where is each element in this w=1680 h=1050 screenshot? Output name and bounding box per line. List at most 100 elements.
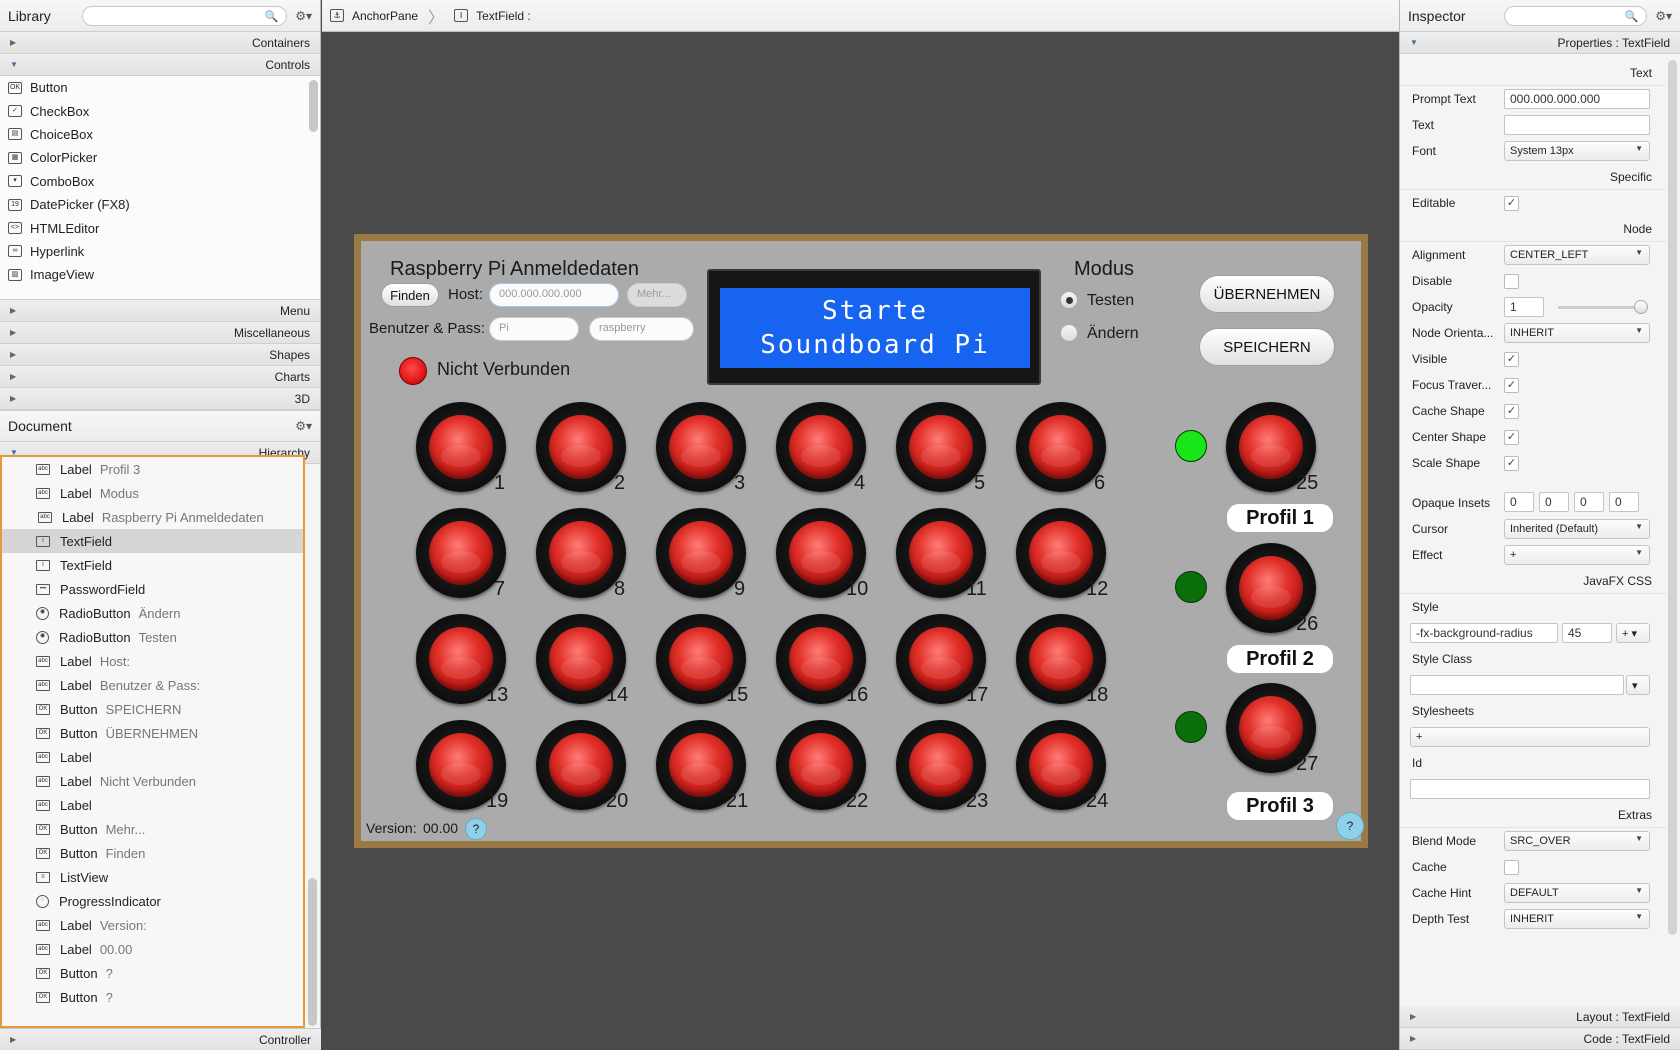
style-class-input[interactable] bbox=[1410, 675, 1624, 695]
property-checkbox[interactable]: ✓ bbox=[1504, 377, 1519, 393]
hierarchy-item[interactable]: abc Label Version: bbox=[2, 913, 303, 937]
inspector-scrollbar[interactable] bbox=[1668, 60, 1677, 935]
gear-icon[interactable]: ⚙▾ bbox=[295, 9, 312, 23]
property-input[interactable] bbox=[1504, 115, 1650, 135]
radio-aendern[interactable] bbox=[1060, 324, 1078, 342]
library-item[interactable]: OK Button bbox=[0, 76, 320, 99]
hierarchy-item[interactable]: abc Label Raspberry Pi Anmeldedaten bbox=[2, 505, 303, 529]
help-button[interactable]: ? bbox=[465, 818, 487, 840]
hierarchy-item[interactable]: abc Label Modus bbox=[2, 481, 303, 505]
inspector-search-input[interactable]: 🔍 bbox=[1504, 5, 1648, 26]
profile-label[interactable]: Profil 3 bbox=[1227, 792, 1333, 820]
hierarchy-item[interactable]: OK Button Finden bbox=[2, 841, 303, 865]
sound-pad[interactable] bbox=[416, 402, 506, 492]
property-select[interactable]: Inherited (Default) ▼ bbox=[1504, 519, 1650, 539]
section-miscellaneous[interactable]: ▶ Miscellaneous bbox=[0, 322, 320, 344]
apply-button[interactable]: ÜBERNEHMEN bbox=[1199, 275, 1335, 313]
property-select[interactable]: INHERIT ▼ bbox=[1504, 323, 1650, 343]
hierarchy-item[interactable]: OK Button Mehr... bbox=[2, 817, 303, 841]
library-item[interactable]: <> HTMLEditor bbox=[0, 216, 320, 239]
layout-section[interactable]: ▶ Layout : TextField bbox=[1400, 1006, 1680, 1028]
hierarchy-item[interactable]: abc Label Host: bbox=[2, 649, 303, 673]
property-select[interactable]: CENTER_LEFT ▼ bbox=[1504, 245, 1650, 265]
sound-pad[interactable] bbox=[416, 508, 506, 598]
hierarchy-item[interactable]: abc Label Benutzer & Pass: bbox=[2, 673, 303, 697]
property-checkbox[interactable]: ✓ bbox=[1504, 351, 1519, 367]
property-checkbox[interactable]: ✓ bbox=[1504, 429, 1519, 445]
breadcrumb-root[interactable]: AnchorPane bbox=[352, 9, 418, 23]
hierarchy-item[interactable]: ◌ ProgressIndicator bbox=[2, 889, 303, 913]
property-input[interactable]: 000.000.000.000 bbox=[1504, 89, 1650, 109]
stylesheets-add-button[interactable]: + bbox=[1410, 727, 1650, 747]
hierarchy-item[interactable]: OK Button? bbox=[2, 985, 303, 1009]
hierarchy-item[interactable]: abc Label bbox=[2, 793, 303, 817]
library-scrollbar[interactable] bbox=[309, 80, 318, 132]
properties-section[interactable]: ▼ Properties : TextField bbox=[1400, 32, 1680, 54]
hierarchy-item[interactable]: OK Button SPEICHERN bbox=[2, 697, 303, 721]
inset-input[interactable]: 0 bbox=[1609, 492, 1639, 512]
hierarchy-scrollbar[interactable] bbox=[308, 878, 317, 1026]
profile-label[interactable]: Profil 1 bbox=[1227, 504, 1333, 532]
radio-testen[interactable] bbox=[1060, 291, 1078, 309]
opacity-input[interactable]: 1 bbox=[1504, 297, 1544, 317]
user-field[interactable]: Pi bbox=[489, 317, 579, 341]
inset-input[interactable]: 0 bbox=[1504, 492, 1534, 512]
library-search-input[interactable]: 🔍 bbox=[82, 5, 288, 26]
sound-pad[interactable] bbox=[896, 402, 986, 492]
controller-section[interactable]: ▶ Controller bbox=[0, 1028, 321, 1050]
opacity-slider[interactable] bbox=[1558, 300, 1648, 314]
hierarchy-item[interactable]: abc Label 00.00 bbox=[2, 937, 303, 961]
hierarchy-item[interactable]: ◉ RadioButton Ändern bbox=[2, 601, 303, 625]
property-checkbox[interactable]: ✓ bbox=[1504, 403, 1519, 419]
hierarchy-item[interactable]: abc Label Profil 3 bbox=[2, 457, 303, 481]
sound-pad[interactable] bbox=[656, 402, 746, 492]
library-item[interactable]: ▦ ColorPicker bbox=[0, 146, 320, 169]
slider-thumb[interactable] bbox=[1634, 300, 1648, 314]
hierarchy-item[interactable]: I TextField bbox=[2, 553, 303, 577]
library-item[interactable]: ▾ ComboBox bbox=[0, 170, 320, 193]
section-charts[interactable]: ▶ Charts bbox=[0, 366, 320, 388]
section-menu[interactable]: ▶ Menu bbox=[0, 300, 320, 322]
property-checkbox[interactable] bbox=[1504, 273, 1519, 289]
library-item[interactable]: 19 DatePicker (FX8) bbox=[0, 193, 320, 216]
property-select[interactable]: System 13px ▼ bbox=[1504, 141, 1650, 161]
style-class-add-button[interactable]: ▾ bbox=[1626, 675, 1650, 695]
section-3d[interactable]: ▶ 3D bbox=[0, 388, 320, 410]
library-item[interactable]: ▤ ChoiceBox bbox=[0, 123, 320, 146]
library-item[interactable]: ▨ ImageView bbox=[0, 263, 320, 286]
hierarchy-item[interactable]: I TextField bbox=[2, 529, 303, 553]
property-checkbox[interactable]: ✓ bbox=[1504, 195, 1519, 211]
property-select[interactable]: INHERIT ▼ bbox=[1504, 909, 1650, 929]
hierarchy-item[interactable]: ••• PasswordField bbox=[2, 577, 303, 601]
hierarchy-item[interactable]: OK Button ÜBERNEHMEN bbox=[2, 721, 303, 745]
style-add-button[interactable]: + ▾ bbox=[1616, 623, 1650, 643]
gear-icon[interactable]: ⚙▾ bbox=[1655, 9, 1672, 23]
sound-pad[interactable] bbox=[776, 402, 866, 492]
sound-pad[interactable] bbox=[536, 402, 626, 492]
profile-label[interactable]: Profil 2 bbox=[1227, 645, 1333, 673]
help-button-2[interactable]: ? bbox=[1336, 812, 1364, 840]
hierarchy-item[interactable]: OK Button? bbox=[2, 961, 303, 985]
inset-input[interactable]: 0 bbox=[1539, 492, 1569, 512]
hierarchy-item[interactable]: abc Label bbox=[2, 745, 303, 769]
hierarchy-item[interactable]: ≡ ListView bbox=[2, 865, 303, 889]
section-containers[interactable]: ▶ Containers bbox=[0, 32, 320, 54]
hierarchy-item[interactable]: ◉ RadioButton Testen bbox=[2, 625, 303, 649]
property-select[interactable]: DEFAULT ▼ bbox=[1504, 883, 1650, 903]
sound-pad[interactable] bbox=[536, 508, 626, 598]
style-value-input[interactable]: 45 bbox=[1562, 623, 1612, 643]
breadcrumb-current[interactable]: TextField : bbox=[476, 9, 531, 23]
property-checkbox[interactable]: ✓ bbox=[1504, 455, 1519, 471]
property-select[interactable]: SRC_OVER ▼ bbox=[1504, 831, 1650, 851]
id-input[interactable] bbox=[1410, 779, 1650, 799]
password-field[interactable]: raspberry bbox=[589, 317, 694, 341]
section-shapes[interactable]: ▶ Shapes bbox=[0, 344, 320, 366]
style-property-input[interactable]: -fx-background-radius bbox=[1410, 623, 1558, 643]
inset-input[interactable]: 0 bbox=[1574, 492, 1604, 512]
hierarchy-item[interactable]: abc Label Nicht Verbunden bbox=[2, 769, 303, 793]
section-controls[interactable]: ▼ Controls bbox=[0, 54, 320, 76]
sound-pad[interactable] bbox=[1016, 402, 1106, 492]
save-button[interactable]: SPEICHERN bbox=[1199, 328, 1335, 366]
code-section[interactable]: ▶ Code : TextField bbox=[1400, 1028, 1680, 1050]
property-select[interactable]: + ▼ bbox=[1504, 545, 1650, 565]
